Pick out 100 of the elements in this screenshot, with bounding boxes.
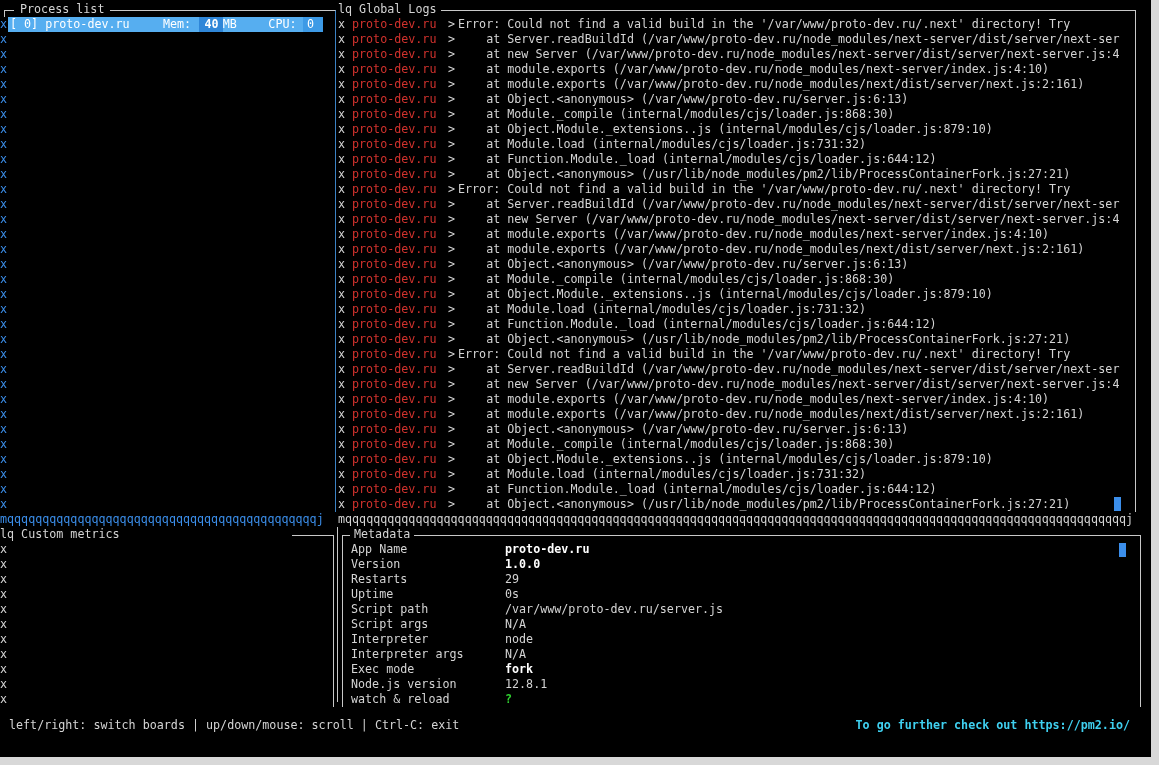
app-name: proto-dev.ru bbox=[352, 392, 438, 407]
edge-mark: x bbox=[0, 452, 8, 467]
edge-mark: x bbox=[0, 587, 8, 602]
log-separator: > bbox=[448, 92, 457, 107]
app-name: proto-dev.ru bbox=[352, 137, 438, 152]
edge-mark: x bbox=[338, 377, 347, 392]
edge-mark: x bbox=[338, 452, 347, 467]
log-message: at Server.readBuildId (/var/www/proto-dev.ru/node_modules/next-server/dist/server/next-ser bbox=[485, 362, 1120, 377]
edge-mark: x bbox=[0, 302, 8, 317]
panel-title: lq Custom metrics bbox=[0, 527, 120, 542]
log-separator: > bbox=[448, 437, 457, 452]
app-name: proto-dev.ru bbox=[352, 407, 438, 422]
edge-mark: x bbox=[0, 677, 8, 692]
log-separator: > bbox=[448, 197, 457, 212]
panel-title: lq Global Logs bbox=[338, 2, 438, 17]
edge-mark: x bbox=[338, 272, 347, 287]
edge-mark: x bbox=[0, 107, 8, 122]
field-value: fork bbox=[505, 662, 534, 677]
edge-mark: x bbox=[0, 422, 8, 437]
field-label: Exec mode bbox=[350, 662, 416, 677]
edge-mark: x bbox=[0, 542, 8, 557]
edge-mark: x bbox=[338, 152, 347, 167]
field-label: Script path bbox=[350, 602, 430, 617]
field-value: 0s bbox=[505, 587, 520, 602]
edge-mark: x bbox=[338, 92, 347, 107]
log-separator: > bbox=[448, 452, 457, 467]
scrollbar-thumb[interactable] bbox=[1114, 497, 1121, 511]
log-message: at Object.Module._extensions..js (internal/modules/cjs/loader.js:879:10) bbox=[485, 287, 993, 302]
edge-mark: x bbox=[0, 242, 8, 257]
log-separator: > bbox=[448, 317, 457, 332]
log-separator: > bbox=[448, 47, 457, 62]
log-separator: > bbox=[448, 137, 457, 152]
log-separator: > bbox=[448, 272, 457, 287]
edge-mark: x bbox=[0, 212, 8, 227]
field-value: ? bbox=[505, 692, 513, 707]
edge-mark: x bbox=[338, 242, 347, 257]
app-name: proto-dev.ru bbox=[352, 17, 438, 32]
app-name: proto-dev.ru bbox=[352, 182, 438, 197]
edge-mark: x bbox=[338, 497, 347, 512]
edge-mark: x bbox=[338, 422, 347, 437]
process-row[interactable]: [ 0] proto-dev.ru Mem: 40 MB CPU: 0 bbox=[8, 17, 323, 32]
log-message: at Server.readBuildId (/var/www/proto-dev.ru/node_modules/next-server/dist/server/next-ser bbox=[485, 32, 1120, 47]
log-separator: > bbox=[448, 17, 457, 32]
edge-mark: x bbox=[0, 632, 8, 647]
edge-mark: x bbox=[0, 122, 8, 137]
app-name: proto-dev.ru bbox=[352, 92, 438, 107]
log-separator: > bbox=[448, 212, 457, 227]
edge-mark: x bbox=[338, 257, 347, 272]
app-name: proto-dev.ru bbox=[352, 212, 438, 227]
log-separator: > bbox=[448, 77, 457, 92]
field-label: Node.js version bbox=[350, 677, 458, 692]
log-message: at Server.readBuildId (/var/www/proto-dev.ru/node_modules/next-server/dist/server/next-ser bbox=[485, 197, 1120, 212]
edge-mark: x bbox=[0, 572, 8, 587]
edge-mark: x bbox=[338, 137, 347, 152]
field-value: 29 bbox=[505, 572, 520, 587]
app-name: proto-dev.ru bbox=[352, 302, 438, 317]
edge-mark: x bbox=[338, 227, 347, 242]
link-text[interactable]: To go further check out https://pm2.io/ bbox=[855, 718, 1130, 733]
field-value: proto-dev.ru bbox=[505, 542, 590, 557]
app-name: proto-dev.ru bbox=[352, 152, 438, 167]
log-separator: > bbox=[448, 302, 457, 317]
app-name: proto-dev.ru bbox=[352, 347, 438, 362]
edge-mark: x bbox=[338, 347, 347, 362]
log-separator: > bbox=[448, 122, 457, 137]
edge-mark: x bbox=[338, 167, 347, 182]
edge-mark: x bbox=[338, 107, 347, 122]
log-separator: > bbox=[448, 107, 457, 122]
scrollbar-thumb[interactable] bbox=[1119, 543, 1126, 557]
log-message: at new Server (/var/www/proto-dev.ru/node_modules/next-server/dist/server/next-server.js:4 bbox=[485, 212, 1120, 227]
log-message: at module.exports (/var/www/proto-dev.ru/node_modules/next-server/index.js:4:10) bbox=[485, 392, 1050, 407]
edge-mark: x bbox=[0, 272, 8, 287]
app-name: proto-dev.ru bbox=[352, 452, 438, 467]
edge-mark: x bbox=[338, 197, 347, 212]
log-separator: > bbox=[448, 407, 457, 422]
log-message: at new Server (/var/www/proto-dev.ru/node_modules/next-server/dist/server/next-server.js:4 bbox=[485, 47, 1120, 62]
log-separator: > bbox=[448, 152, 457, 167]
edge-mark: x bbox=[338, 467, 347, 482]
log-separator: > bbox=[448, 467, 457, 482]
log-message: at module.exports (/var/www/proto-dev.ru/node_modules/next/dist/server/next.js:2:161) bbox=[485, 77, 1085, 92]
log-separator: > bbox=[448, 242, 457, 257]
edge-mark: x bbox=[338, 182, 347, 197]
edge-mark: x bbox=[338, 482, 347, 497]
app-name: proto-dev.ru bbox=[352, 62, 438, 77]
edge-mark: x bbox=[338, 317, 347, 332]
edge-mark: x bbox=[0, 617, 8, 632]
edge-mark: x bbox=[0, 692, 8, 707]
edge-mark: x bbox=[0, 62, 8, 77]
edge-mark: x bbox=[0, 362, 8, 377]
app-name: proto-dev.ru bbox=[352, 287, 438, 302]
log-message: at Module.load (internal/modules/cjs/loader.js:731:32) bbox=[485, 302, 867, 317]
log-separator: > bbox=[448, 287, 457, 302]
app-name: proto-dev.ru bbox=[352, 332, 438, 347]
edge-mark: x bbox=[0, 602, 8, 617]
log-separator: > bbox=[448, 167, 457, 182]
edge-mark: x bbox=[0, 152, 8, 167]
log-separator: > bbox=[448, 32, 457, 47]
log-message: at Object.<anonymous> (/usr/lib/node_modules/pm2/lib/ProcessContainerFork.js:27:21) bbox=[485, 167, 1071, 182]
log-separator: > bbox=[448, 257, 457, 272]
log-message: at module.exports (/var/www/proto-dev.ru/node_modules/next/dist/server/next.js:2:161) bbox=[485, 242, 1085, 257]
edge-mark: x bbox=[0, 662, 8, 677]
